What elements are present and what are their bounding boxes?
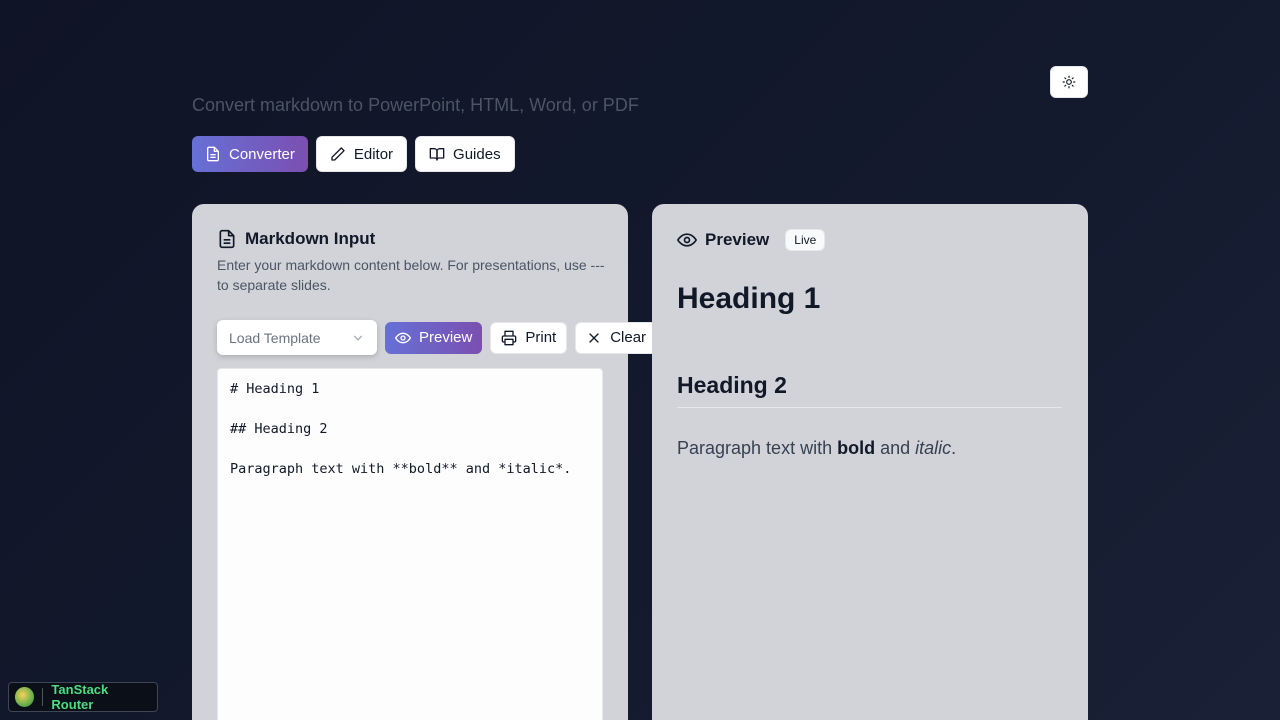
preview-button-label: Preview bbox=[419, 329, 473, 346]
print-button-label: Print bbox=[525, 329, 557, 346]
tab-label: Converter bbox=[229, 145, 295, 163]
divider bbox=[42, 688, 44, 706]
theme-toggle-button[interactable] bbox=[1050, 66, 1088, 98]
template-select-placeholder: Load Template bbox=[229, 329, 321, 346]
preview-heading-2: Heading 2 bbox=[677, 372, 1062, 408]
markdown-input-panel: Markdown Input Enter your markdown conte… bbox=[192, 204, 658, 720]
tanstack-logo-icon bbox=[15, 687, 35, 707]
main-nav: Converter Editor Guides bbox=[192, 136, 515, 172]
template-select[interactable]: Load Template bbox=[217, 320, 377, 355]
tab-label: Editor bbox=[353, 145, 394, 163]
paragraph-text: . bbox=[951, 438, 957, 458]
paragraph-text: and bbox=[875, 438, 916, 458]
file-text-icon bbox=[219, 229, 235, 249]
printer-icon bbox=[502, 330, 517, 345]
panel-title: Preview Live bbox=[677, 229, 826, 251]
panel-title-text: Markdown Input bbox=[245, 229, 376, 248]
input-toolbar: Load Template Preview Print Clear bbox=[217, 320, 658, 355]
tab-editor[interactable]: Editor bbox=[315, 136, 408, 172]
clear-button-label: Clear bbox=[610, 329, 647, 346]
devtools-label: TanStack Router bbox=[51, 682, 109, 712]
file-text-icon bbox=[207, 146, 219, 162]
markdown-editor[interactable]: # Heading 1 ## Heading 2 Paragraph text … bbox=[217, 368, 603, 720]
close-icon bbox=[589, 332, 599, 343]
paragraph-text: Paragraph text with bbox=[677, 438, 838, 458]
paragraph-bold: bold bbox=[837, 438, 876, 458]
tanstack-router-devtools-button[interactable]: TanStack Router bbox=[8, 682, 158, 712]
clear-button[interactable]: Clear bbox=[575, 321, 658, 354]
live-badge: Live bbox=[785, 229, 826, 251]
page-subtitle: Convert markdown to PowerPoint, HTML, Wo… bbox=[192, 95, 639, 115]
panel-title: Markdown Input bbox=[217, 229, 375, 249]
chevron-down-icon bbox=[353, 335, 363, 341]
preview-panel: Preview Live Heading 1 Heading 2 Paragra… bbox=[652, 204, 1088, 720]
sun-icon bbox=[1062, 75, 1076, 89]
panel-title-text: Preview bbox=[705, 230, 770, 249]
preview-heading-1: Heading 1 bbox=[677, 282, 821, 315]
panel-description: Enter your markdown content below. For p… bbox=[217, 257, 605, 293]
tab-converter[interactable]: Converter bbox=[192, 136, 308, 172]
preview-paragraph: Paragraph text with bold and italic. bbox=[677, 438, 956, 459]
eye-icon bbox=[677, 233, 697, 247]
pencil-icon bbox=[331, 147, 345, 161]
print-button[interactable]: Print bbox=[490, 321, 568, 354]
tab-guides[interactable]: Guides bbox=[415, 136, 515, 172]
preview-button[interactable]: Preview bbox=[385, 321, 483, 354]
book-open-icon bbox=[429, 148, 445, 161]
paragraph-italic: italic bbox=[915, 438, 952, 458]
tab-label: Guides bbox=[453, 145, 501, 163]
eye-icon bbox=[395, 332, 411, 343]
